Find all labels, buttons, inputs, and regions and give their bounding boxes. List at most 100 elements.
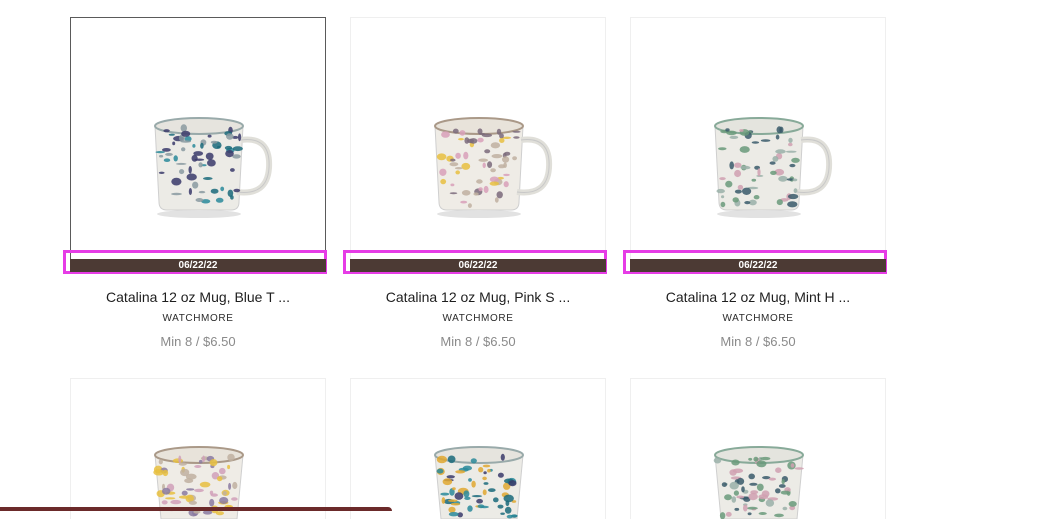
speckle xyxy=(454,167,463,170)
speckle xyxy=(758,512,767,515)
product-image[interactable] xyxy=(350,378,606,519)
mug-image xyxy=(154,117,273,218)
speckle xyxy=(744,201,751,205)
speckle xyxy=(502,156,510,163)
product-image[interactable] xyxy=(350,17,606,261)
speckle xyxy=(719,177,726,181)
product-title[interactable]: Catalina 12 oz Mug, Mint H ... xyxy=(630,289,886,305)
speckle xyxy=(188,188,192,195)
speckle xyxy=(233,188,241,193)
speckle xyxy=(481,133,493,138)
speckle xyxy=(747,512,752,516)
speckle xyxy=(192,181,199,189)
speckle xyxy=(775,149,786,154)
speckle xyxy=(172,141,176,146)
speckle xyxy=(436,153,447,161)
speckle xyxy=(471,480,476,488)
speckle xyxy=(450,158,456,162)
speckle xyxy=(470,458,477,464)
speckle xyxy=(740,165,751,170)
speckle xyxy=(781,479,785,485)
speckle xyxy=(175,162,187,165)
speckle xyxy=(477,504,485,509)
speckle xyxy=(732,197,739,203)
product-price: Min 8 / $6.50 xyxy=(440,334,516,349)
speckle xyxy=(478,158,488,162)
product-brand[interactable]: WATCHMORE xyxy=(350,313,606,324)
speckle xyxy=(482,489,487,496)
speckle xyxy=(450,183,455,187)
speckle xyxy=(787,201,798,208)
speckle xyxy=(497,504,504,509)
product-title[interactable]: Catalina 12 oz Mug, Pink S ... xyxy=(350,289,606,305)
speckle xyxy=(721,195,725,199)
speckle xyxy=(473,192,479,196)
speckle xyxy=(775,467,782,473)
speckle xyxy=(482,476,487,481)
speckle xyxy=(198,162,203,168)
speckle xyxy=(751,178,757,182)
speckle xyxy=(215,197,224,203)
speckle xyxy=(219,467,226,475)
speckle xyxy=(482,162,486,169)
product-image[interactable] xyxy=(70,378,326,519)
speckle xyxy=(186,488,195,491)
speckle xyxy=(725,128,730,132)
speckle xyxy=(761,490,770,498)
speckle xyxy=(782,506,788,511)
speckle xyxy=(483,185,489,194)
speckle xyxy=(729,135,739,139)
speckle xyxy=(772,156,779,162)
speckle xyxy=(768,477,776,481)
speckle xyxy=(749,482,758,486)
speckle xyxy=(463,490,470,498)
speckle xyxy=(774,513,784,518)
speckle xyxy=(442,478,453,486)
product-image[interactable] xyxy=(70,17,326,261)
speckle xyxy=(500,512,505,515)
product-image[interactable] xyxy=(630,378,886,519)
date-badge: 06/22/22 xyxy=(350,259,606,272)
speckle xyxy=(743,504,748,512)
speckle xyxy=(440,492,450,496)
speckle xyxy=(188,166,192,174)
speckle xyxy=(757,168,761,177)
speckle xyxy=(461,190,471,196)
product-image[interactable] xyxy=(630,17,886,261)
speckle xyxy=(181,130,191,137)
speckle xyxy=(450,502,461,506)
speckle xyxy=(194,488,204,493)
speckle xyxy=(719,512,726,519)
speckle xyxy=(780,490,790,495)
speckle xyxy=(785,150,797,153)
product-title[interactable]: Catalina 12 oz Mug, Blue T ... xyxy=(70,289,326,305)
speckle xyxy=(775,134,780,140)
speckle xyxy=(503,181,509,188)
speckle xyxy=(198,190,206,194)
product-brand[interactable]: WATCHMORE xyxy=(630,313,886,324)
speckle xyxy=(739,129,744,132)
speckle xyxy=(448,499,458,502)
speckle xyxy=(171,177,182,186)
speckle xyxy=(170,499,182,505)
speckle xyxy=(504,151,511,156)
speckle xyxy=(504,506,512,514)
speckle xyxy=(203,177,213,180)
speckle xyxy=(760,456,771,461)
product-brand[interactable]: WATCHMORE xyxy=(70,313,326,324)
speckle xyxy=(230,168,235,172)
speckle xyxy=(788,137,793,143)
speckle xyxy=(490,142,501,149)
mug-image xyxy=(714,117,833,218)
speckle xyxy=(769,161,776,165)
speckle xyxy=(440,178,447,185)
speckle xyxy=(765,499,775,507)
speckle xyxy=(508,480,517,487)
speckle xyxy=(455,170,460,175)
speckle xyxy=(790,463,795,468)
speckle xyxy=(778,175,788,182)
speckle xyxy=(713,457,722,464)
speckle xyxy=(500,453,505,461)
speckle xyxy=(499,138,505,143)
speckle xyxy=(188,500,197,505)
